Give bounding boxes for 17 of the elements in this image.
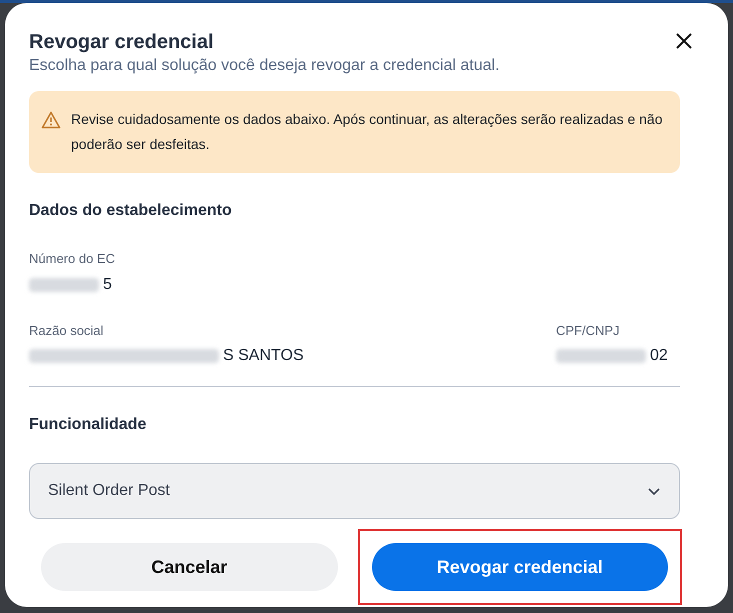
close-icon <box>674 31 694 51</box>
field-label: Razão social <box>29 322 104 340</box>
dialog-title: Revogar credencial <box>29 30 215 55</box>
field-value: 02 <box>650 346 668 366</box>
section-title: Funcionalidade <box>29 415 148 435</box>
alert-text: Revise cuidadosamente os dados abaixo. Após continuar, as alterações serão realizadas e não poderão ser desfeitas. <box>71 110 664 154</box>
field-label: CPF/CNPJ <box>556 322 621 340</box>
section-title: Dados do estabelecimento <box>29 201 233 221</box>
field-value: S SANTOS <box>223 346 304 366</box>
functionality-select[interactable]: Silent Order Post <box>29 463 680 519</box>
dialog-subtitle: Escolha para qual solução você deseja revogar a credencial atual. <box>29 56 500 76</box>
revoke-button[interactable]: Revogar credencial <box>372 543 668 591</box>
warning-icon <box>41 111 61 129</box>
field-value: 5 <box>103 274 112 294</box>
chevron-down-icon <box>647 486 661 496</box>
field-label: Número do EC <box>29 250 116 268</box>
cancel-button[interactable]: Cancelar <box>41 543 338 591</box>
